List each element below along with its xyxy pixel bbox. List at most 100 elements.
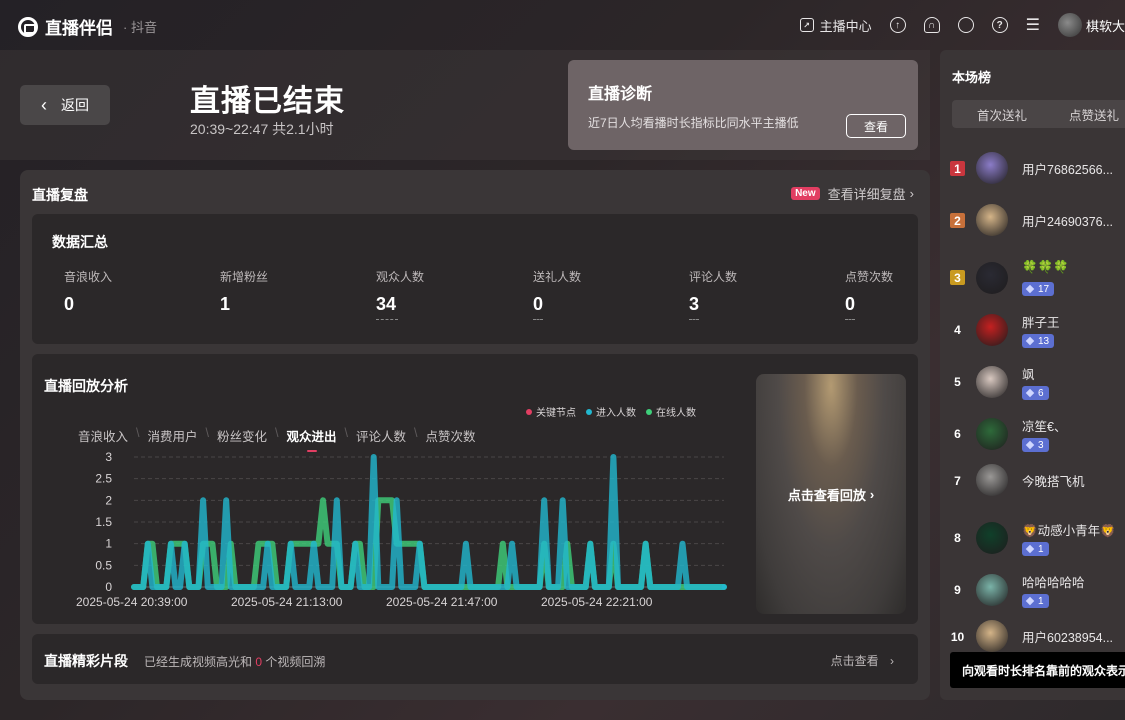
- metric-gift-income: 音浪收入 0: [64, 268, 112, 315]
- metric-likes[interactable]: 点赞次数 0: [845, 268, 893, 320]
- clips-link-label: 点击查看: [830, 654, 879, 668]
- ranking-row[interactable]: 1 用户76862566...: [940, 148, 1125, 200]
- metric-new-fans: 新增粉丝 1: [220, 268, 268, 315]
- legend-label: 进入人数: [596, 408, 636, 419]
- analysis-title: 直播回放分析: [44, 378, 128, 394]
- x-tick-label: 2025-05-24 20:39:00: [76, 595, 188, 609]
- avatar[interactable]: [976, 464, 1008, 496]
- avatar[interactable]: [976, 620, 1008, 652]
- tab-likes[interactable]: 点赞次数: [426, 426, 476, 445]
- avatar[interactable]: [976, 152, 1008, 184]
- ranking-row[interactable]: 9 哈哈哈哈哈 1: [940, 564, 1125, 616]
- rank-number: 5: [954, 374, 961, 389]
- tab-commenters[interactable]: 评论人数: [356, 426, 406, 445]
- clips-view-link[interactable]: 点击查看 ›: [831, 652, 894, 669]
- legend-label: 关键节点: [536, 408, 576, 419]
- dashed-underline: [533, 319, 543, 320]
- ranking-row[interactable]: 5 飒6: [940, 356, 1125, 408]
- menu-button[interactable]: ☰: [1026, 15, 1040, 35]
- page-title: 直播已结束: [190, 85, 345, 118]
- y-tick-label: 2.5: [95, 472, 112, 486]
- y-tick-label: 1.5: [95, 515, 112, 529]
- broadcast-center-button[interactable]: ↗ 主播中心: [799, 16, 872, 35]
- chevron-right-icon: ›: [890, 654, 894, 668]
- tooltip: 向观看时长排名靠前的观众表示: [950, 652, 1125, 688]
- upload-button[interactable]: ↑: [889, 17, 906, 33]
- clips-description: 已经生成视频高光和 0 个视频回溯: [144, 653, 325, 670]
- avatar[interactable]: [976, 366, 1008, 398]
- tab-first-gift[interactable]: 首次送礼: [977, 105, 1027, 124]
- rank-number: 10: [950, 629, 965, 644]
- avatar[interactable]: [976, 262, 1008, 294]
- tab-audience-flow[interactable]: 观众进出: [287, 426, 337, 452]
- legend-dot: [526, 408, 532, 415]
- summary-title: 数据汇总: [52, 234, 108, 250]
- legend-online[interactable]: 在线人数: [646, 404, 696, 419]
- ranking-title: 本场榜: [952, 70, 992, 85]
- tab-gift-income[interactable]: 音浪收入: [78, 426, 128, 445]
- ranking-row[interactable]: 3 🍀🍀🍀 17: [940, 252, 1125, 304]
- ranking-row[interactable]: 4 胖子王 13: [940, 304, 1125, 356]
- stream-time-range: 20:39~22:47 共2.1小时: [190, 121, 334, 137]
- help-icon: ?: [991, 17, 1008, 33]
- review-title: 直播复盘: [32, 187, 88, 203]
- clips-count: 0: [255, 655, 263, 669]
- ranking-row[interactable]: 7 今晚搭飞机: [940, 460, 1125, 512]
- avatar[interactable]: [976, 522, 1008, 554]
- metric-value: 0: [533, 294, 544, 314]
- user-profile[interactable]: 棋软大: [1057, 13, 1125, 37]
- platform-name: · 抖音: [123, 20, 157, 35]
- data-summary-card: 数据汇总 音浪收入 0 新增粉丝 1 观众人数 34 送礼人数 0 评论人数 3 点赞次数…: [32, 214, 918, 344]
- ranking-row[interactable]: 6 凉笙€、 3: [940, 408, 1125, 460]
- x-tick-label: 2025-05-24 22:21:00: [541, 595, 653, 609]
- avatar[interactable]: [976, 418, 1008, 450]
- messages-button[interactable]: [957, 17, 974, 33]
- legend-entries[interactable]: 进入人数: [586, 404, 636, 419]
- avatar[interactable]: [976, 204, 1008, 236]
- y-tick-label: 2: [105, 493, 112, 507]
- chat-bubble-icon: [957, 17, 974, 33]
- metric-label: 点赞次数: [845, 270, 894, 284]
- ranking-row[interactable]: 8 🦁动感小青年🦁 1: [940, 512, 1125, 564]
- clips-text-before: 已经生成视频高光和: [144, 655, 253, 669]
- ranking-row[interactable]: 2 用户24690376...: [940, 200, 1125, 252]
- metric-label: 新增粉丝: [220, 270, 269, 284]
- metric-commenters[interactable]: 评论人数 3: [689, 268, 737, 320]
- fan-level-value: 6: [1038, 387, 1044, 399]
- support-button[interactable]: ∩: [923, 17, 940, 33]
- fan-level-value: 13: [1038, 335, 1050, 347]
- diagnosis-view-button[interactable]: 查看: [846, 114, 906, 138]
- fan-level-badge: 1: [1022, 594, 1049, 608]
- help-button[interactable]: ?: [991, 17, 1008, 33]
- avatar[interactable]: [976, 574, 1008, 606]
- tab-fan-change[interactable]: 粉丝变化: [217, 426, 267, 445]
- rank-user-name: 用户76862566...: [1022, 163, 1114, 177]
- metric-gifters[interactable]: 送礼人数 0: [533, 268, 581, 320]
- rank-number: 4: [954, 322, 961, 337]
- rank-user-name: 飒: [1022, 368, 1035, 382]
- rank-number: 1: [950, 161, 965, 176]
- metric-label: 送礼人数: [533, 270, 582, 284]
- fan-level-badge: 6: [1022, 386, 1049, 400]
- rank-user-name: 哈哈哈哈哈: [1022, 576, 1085, 590]
- tab-divider: \: [205, 426, 209, 440]
- diamond-icon: [1025, 596, 1035, 606]
- rank-number: 9: [954, 582, 961, 597]
- back-button[interactable]: ‹ 返回: [20, 85, 110, 125]
- y-tick-label: 3: [105, 450, 112, 464]
- legend-key-nodes[interactable]: 关键节点: [526, 404, 576, 419]
- tab-paying-users[interactable]: 消费用户: [148, 426, 198, 445]
- tab-divider: \: [275, 426, 279, 440]
- tab-like-gift[interactable]: 点赞送礼: [1069, 105, 1119, 124]
- rank-user-name: 凉笙€、: [1022, 420, 1067, 434]
- rank-user-name: 🦁动感小青年🦁: [1022, 524, 1116, 538]
- metric-viewers[interactable]: 观众人数 34: [376, 268, 424, 320]
- fan-level-value: 1: [1038, 595, 1044, 607]
- rank-user-name: 用户24690376...: [1022, 215, 1114, 229]
- y-tick-label: 1: [105, 537, 112, 551]
- replay-video-button[interactable]: 点击查看回放 ›: [756, 374, 906, 614]
- new-badge: New: [791, 187, 820, 200]
- series-end-point: [721, 584, 727, 590]
- detail-review-link[interactable]: New 查看详细复盘 ›: [791, 184, 914, 203]
- avatar[interactable]: [976, 314, 1008, 346]
